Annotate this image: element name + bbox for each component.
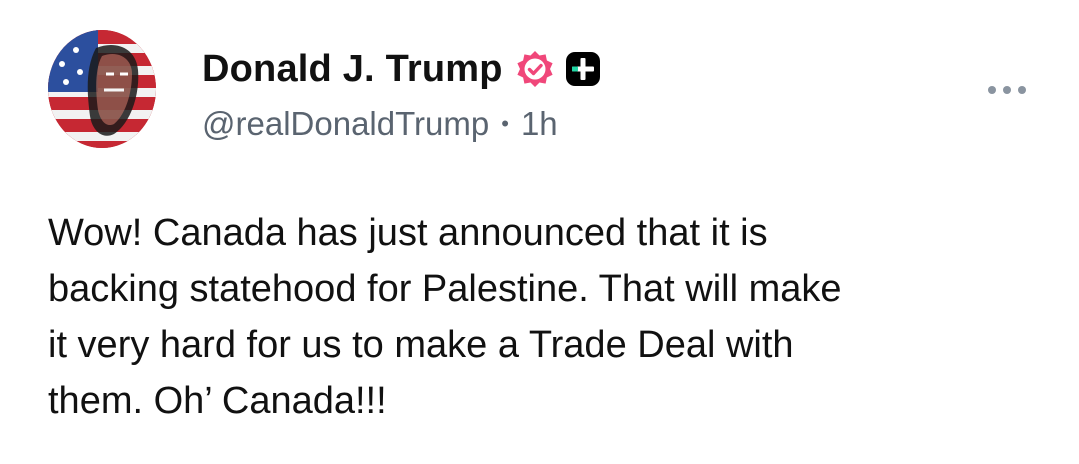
author-handle[interactable]: @realDonaldTrump [202,105,489,143]
meta-separator: • [501,111,509,136]
author-display-name[interactable]: Donald J. Trump [202,48,503,91]
more-options-icon[interactable] [984,80,1030,100]
post-card: Donald J. Trump @realDonaldTrump • 1h Wo… [0,0,1079,464]
plus-badge-icon [565,52,600,86]
author-meta-row: @realDonaldTrump • 1h [202,104,558,144]
avatar[interactable] [48,30,156,148]
more-dot [1018,86,1026,94]
author-name-row: Donald J. Trump [202,44,601,94]
post-body-text: Wow! Canada has just announced that it i… [48,212,842,422]
more-dot [1003,86,1011,94]
avatar-image [48,30,156,148]
more-dot [988,86,996,94]
verified-badge-icon [517,51,553,87]
post-timestamp[interactable]: 1h [521,105,558,143]
